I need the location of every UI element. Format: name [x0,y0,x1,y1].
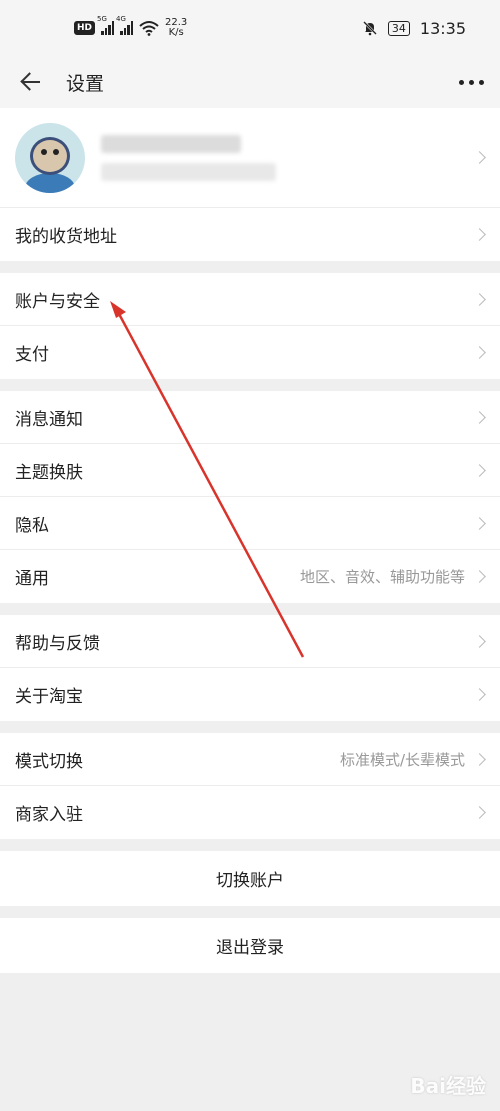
battery-level: 34 [387,20,410,36]
switch-account-button[interactable]: 切换账户 [0,851,500,906]
row-label: 商家入驻 [15,805,83,825]
chevron-right-icon [473,292,486,306]
status-left: HD 5G 4G 22.3 K/s [74,15,187,38]
network-speed: 22.3 K/s [165,18,187,38]
row-mode-switch[interactable]: 模式切换 标准模式/长辈模式 [0,733,500,786]
more-options-icon[interactable] [459,79,484,85]
row-label: 支付 [15,345,49,365]
settings-section-address: 我的收货地址 [0,208,500,261]
logout-button[interactable]: 退出登录 [0,918,500,973]
sim1-network-label: 5G [97,15,107,23]
row-notifications[interactable]: 消息通知 [0,391,500,444]
chevron-right-icon [473,752,486,766]
row-label: 账户与安全 [15,291,100,312]
profile-row[interactable] [0,108,500,208]
page-title: 设置 [66,72,105,95]
row-shipping-address[interactable]: 我的收货地址 [0,208,500,261]
row-label: 帮助与反馈 [15,633,100,654]
chevron-right-icon [473,410,486,424]
settings-section-account: 账户与安全 支付 [0,273,500,379]
row-general[interactable]: 通用 地区、音效、辅助功能等 [0,550,500,603]
row-label: 隐私 [15,515,49,536]
back-arrow-icon[interactable] [20,70,44,94]
wifi-icon [139,21,159,36]
chevron-right-icon [473,806,486,819]
row-help-feedback[interactable]: 帮助与反馈 [0,615,500,668]
chevron-right-icon [473,688,486,701]
row-account-security[interactable]: 账户与安全 [0,273,500,326]
avatar [15,122,85,193]
chevron-right-icon [473,228,486,241]
row-hint: 标准模式/长辈模式 [339,750,465,769]
row-theme[interactable]: 主题换肤 [0,444,500,497]
chevron-right-icon [473,634,486,648]
row-label: 主题换肤 [15,462,83,483]
settings-section-general: 消息通知 主题换肤 隐私 通用 地区、音效、辅助功能等 [0,391,500,603]
row-label: 通用 [15,569,49,589]
chevron-right-icon [473,570,486,583]
watermark: Bai经验 [410,1074,486,1098]
network-speed-unit: K/s [168,27,184,38]
status-right: 34 13:35 [362,19,466,38]
settings-section-help: 帮助与反馈 关于淘宝 [0,615,500,721]
signal-icon: 5G [97,15,115,35]
blurred-username [101,134,276,181]
row-label: 消息通知 [15,409,83,430]
sim2-network-label: 4G [116,15,126,23]
chevron-right-icon [473,463,486,477]
row-hint: 地区、音效、辅助功能等 [299,568,465,586]
signal-icon: 4G [116,15,134,35]
status-bar: HD 5G 4G 22.3 K/s 34 13:35 [0,0,500,56]
settings-section-mode: 模式切换 标准模式/长辈模式 商家入驻 [0,733,500,839]
row-merchant[interactable]: 商家入驻 [0,786,500,839]
row-about[interactable]: 关于淘宝 [0,668,500,721]
mute-bell-icon [363,21,377,36]
clock: 13:35 [419,18,466,38]
hd-badge: HD [74,21,96,35]
chevron-right-icon [473,346,486,359]
row-label: 关于淘宝 [15,687,83,707]
title-bar: 设置 [0,56,500,108]
chevron-right-icon [473,516,486,530]
row-label: 模式切换 [15,751,83,772]
row-privacy[interactable]: 隐私 [0,497,500,550]
row-label: 我的收货地址 [15,227,117,247]
chevron-right-icon [473,151,486,164]
row-payment[interactable]: 支付 [0,326,500,379]
